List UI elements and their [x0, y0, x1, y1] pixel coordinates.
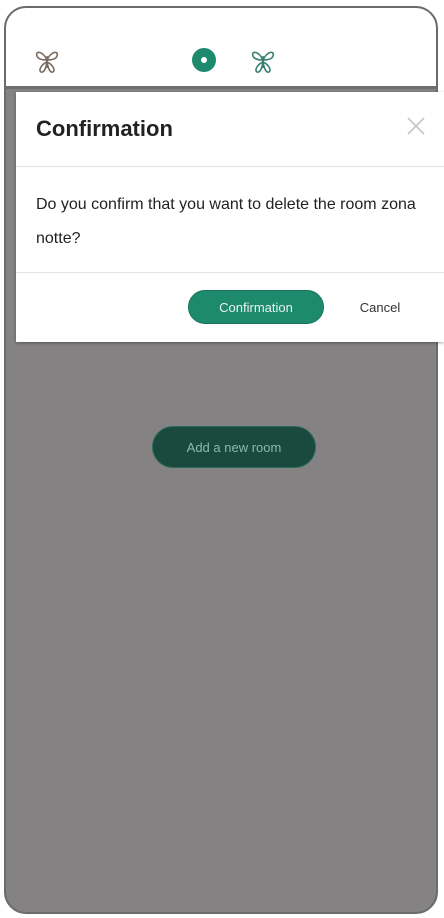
dialog-title: Confirmation	[36, 116, 173, 141]
close-icon[interactable]	[404, 114, 428, 138]
active-dot-icon[interactable]	[192, 48, 216, 72]
divider	[16, 166, 444, 167]
confirm-button[interactable]: Confirmation	[188, 290, 324, 324]
divider	[16, 272, 444, 273]
cancel-button[interactable]: Cancel	[346, 290, 414, 324]
add-room-button[interactable]: Add a new room	[152, 426, 316, 468]
butterfly-logo-icon[interactable]	[32, 46, 62, 76]
butterfly-logo-icon[interactable]	[248, 46, 278, 76]
confirmation-dialog: Confirmation Do you confirm that you wan…	[16, 92, 444, 342]
app-header	[6, 8, 436, 89]
dialog-message: Do you confirm that you want to delete t…	[36, 196, 416, 247]
